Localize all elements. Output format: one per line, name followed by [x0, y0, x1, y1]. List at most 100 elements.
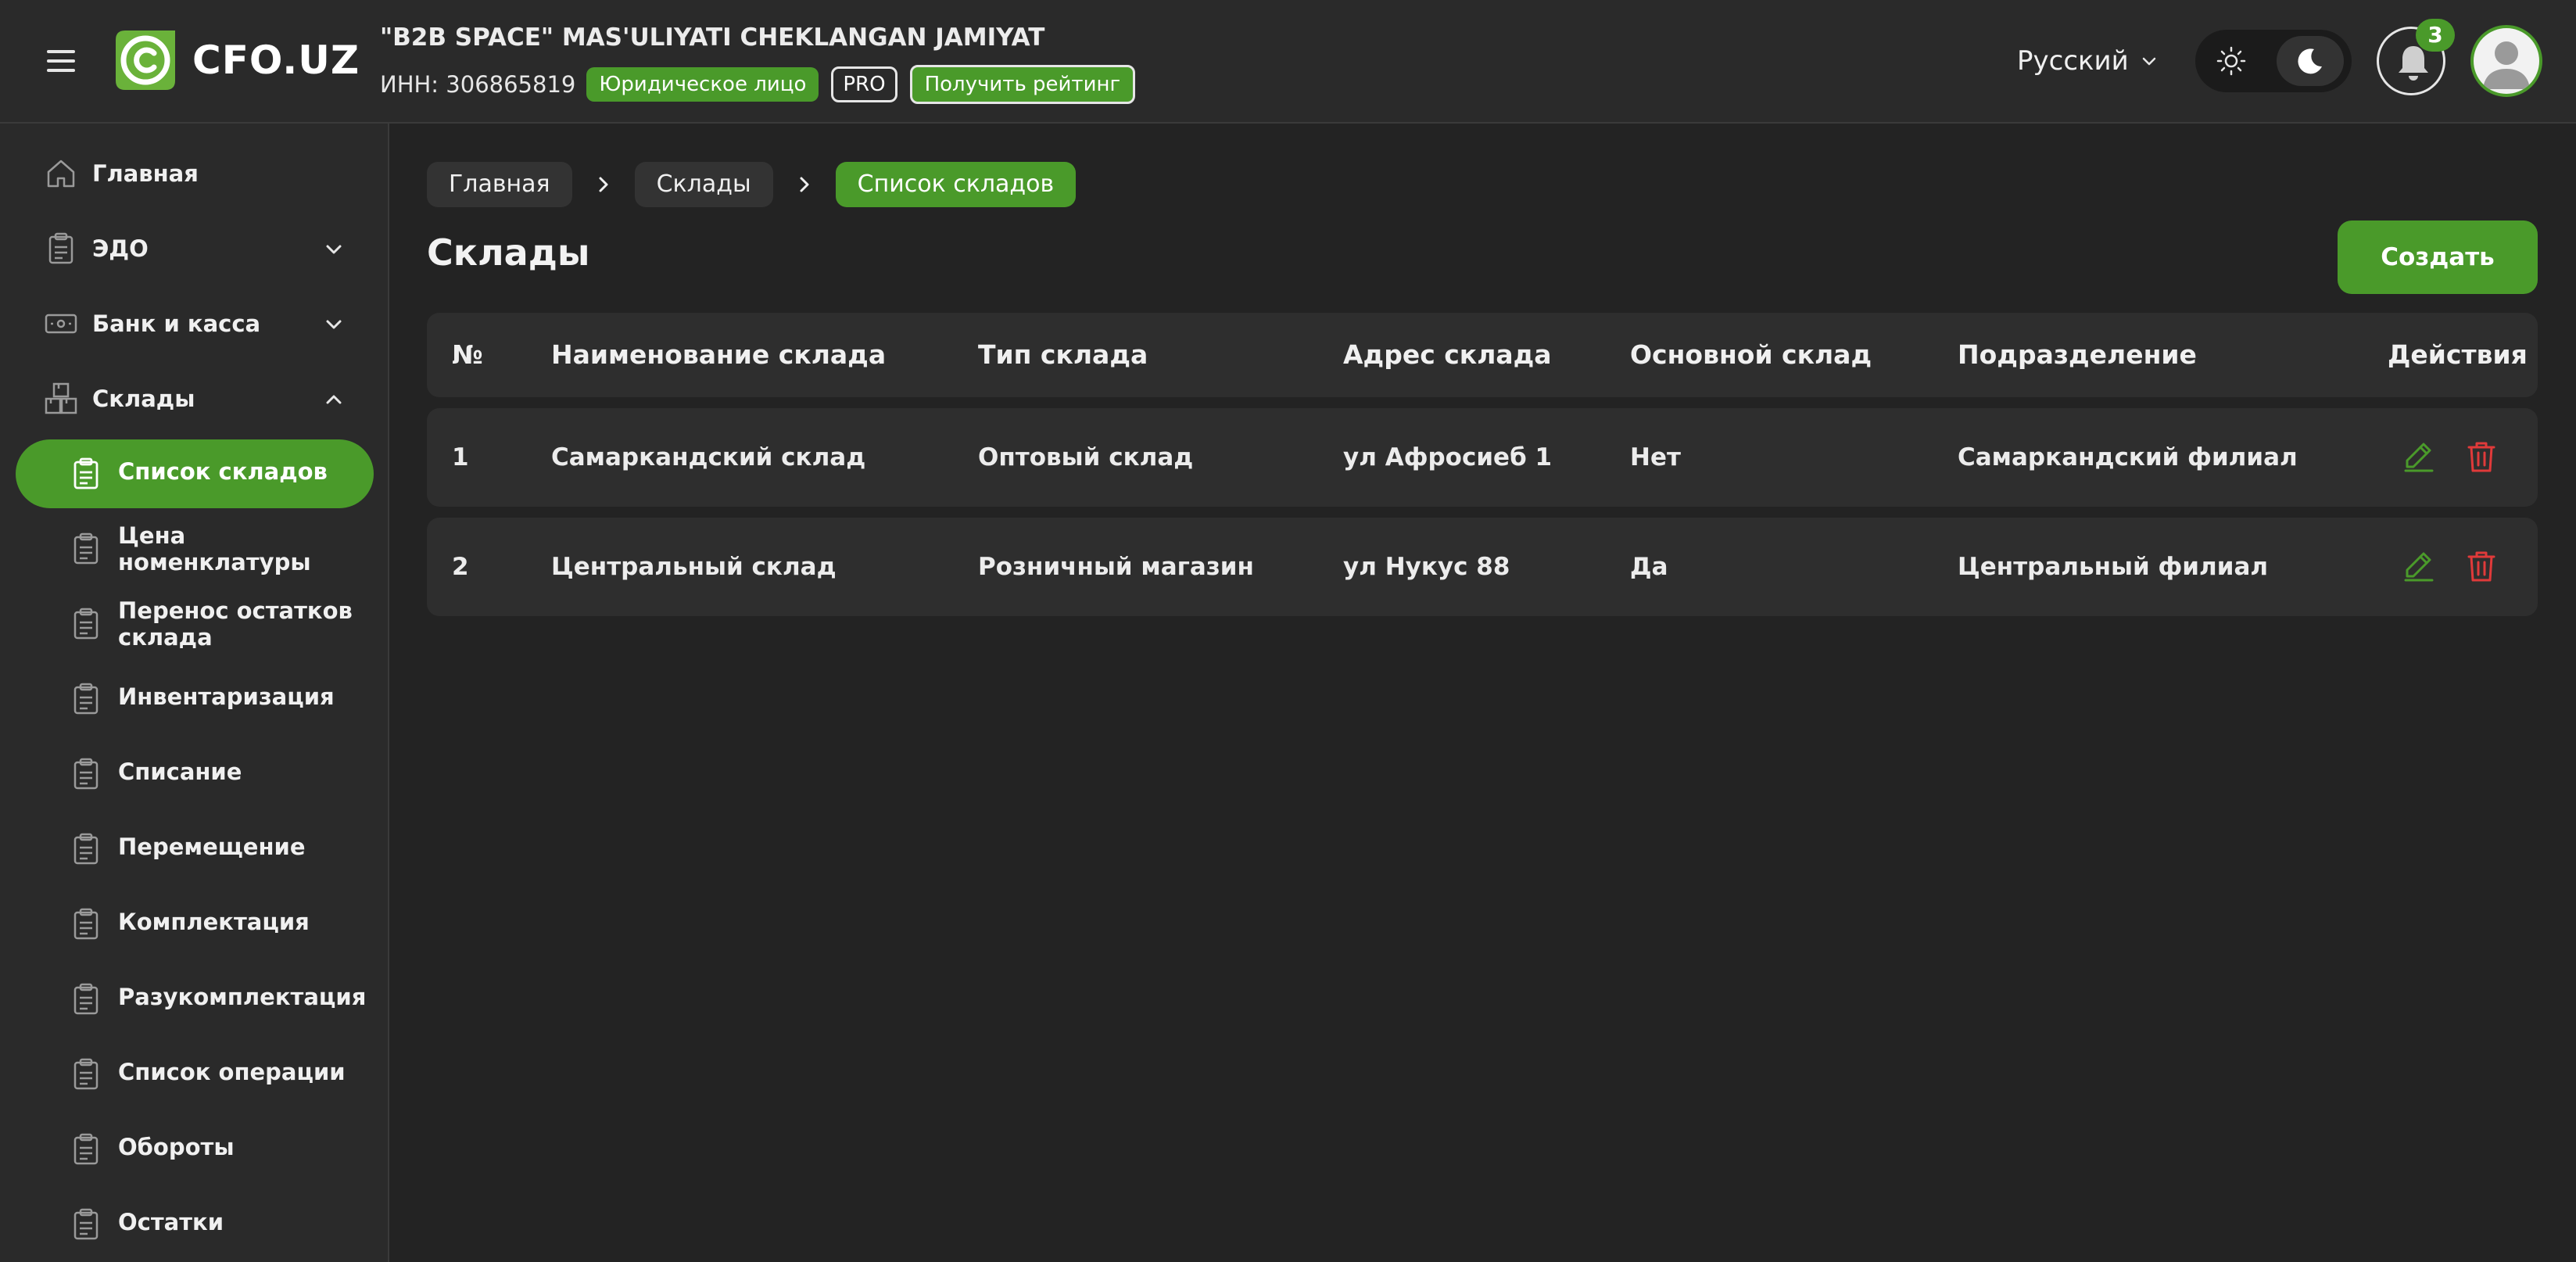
dark-mode-button[interactable] [2277, 36, 2344, 86]
column-header-actions: Действия [2388, 339, 2528, 370]
sidebar-subitem-label: Цена номенклатуры [118, 522, 311, 575]
sidebar-item-label: Склады [92, 385, 195, 412]
cell-type: Розничный магазин [978, 553, 1254, 581]
breadcrumb-warehouses[interactable]: Склады [634, 162, 773, 207]
sidebar-subitem-nomenclature-price[interactable]: Цена номенклатуры [16, 514, 374, 583]
chevron-down-icon [322, 238, 346, 261]
breadcrumb-warehouse-list[interactable]: Список складов [835, 162, 1077, 207]
clipboard-icon [69, 907, 103, 941]
sidebar-subitem-label: Комплектация [118, 909, 310, 935]
cell-type: Оптовый склад [978, 443, 1194, 471]
entity-type-badge: Юридическое лицо [586, 67, 819, 102]
language-selector[interactable]: Русский [2017, 39, 2159, 83]
clipboard-icon [69, 457, 103, 491]
trash-icon[interactable] [2464, 549, 2499, 583]
clipboard-icon [69, 1132, 103, 1167]
sidebar-item-edo[interactable]: ЭДО [16, 214, 374, 283]
sidebar-item-bank[interactable]: Банк и касса [16, 289, 374, 358]
cell-number: 1 [452, 443, 469, 471]
page-title: Склады [427, 231, 590, 274]
get-rating-button[interactable]: Получить рейтинг [909, 65, 1136, 104]
clipboard-icon [69, 757, 103, 791]
table-row[interactable]: 1 Самаркандский склад Оптовый склад ул А… [427, 408, 2538, 507]
theme-toggle[interactable] [2195, 30, 2352, 92]
sidebar-item-home[interactable]: Главная [16, 139, 374, 208]
cell-address: ул Нукус 88 [1343, 553, 1510, 581]
table-row[interactable]: 2 Центральный склад Розничный магазин ул… [427, 518, 2538, 616]
column-header-name: Наименование склада [551, 339, 887, 370]
breadcrumb: Главная Склады Список складов [427, 161, 1077, 208]
column-header-division: Подразделение [1958, 339, 2197, 370]
sidebar-subitem-stock-transfer[interactable]: Перенос остатков склада [16, 590, 374, 658]
clipboard-icon [69, 832, 103, 866]
chevron-up-icon [322, 388, 346, 411]
sidebar-subitem-label: Остатки [118, 1209, 224, 1235]
clipboard-icon [69, 982, 103, 1016]
clipboard-icon [69, 607, 103, 641]
logo-text: CFO.UZ [192, 38, 360, 83]
chevron-right-icon [572, 162, 635, 207]
company-info: "B2B SPACE" MAS'ULIYATI CHEKLANGAN JAMIY… [380, 20, 1136, 104]
table-header: № Наименование склада Тип склада Адрес с… [427, 313, 2538, 397]
clipboard-icon [69, 1057, 103, 1092]
logo-icon [109, 24, 181, 96]
edit-icon[interactable] [2402, 549, 2436, 583]
sidebar-subitem-label: Разукомплектация [118, 984, 367, 1010]
boxes-icon [44, 382, 78, 416]
sidebar-subitem-balances[interactable]: Остатки [16, 1190, 374, 1259]
column-header-address: Адрес склада [1343, 339, 1552, 370]
cell-main: Да [1630, 553, 1668, 581]
top-header: CFO.UZ "B2B SPACE" MAS'ULIYATI CHEKLANGA… [0, 0, 2576, 124]
language-label: Русский [2017, 45, 2129, 77]
sidebar-subitem-warehouse-list[interactable]: Список складов [16, 439, 374, 508]
cell-number: 2 [452, 553, 469, 581]
cash-icon [44, 307, 78, 341]
sidebar-item-label: ЭДО [92, 235, 149, 262]
cell-name: Самаркандский склад [551, 443, 866, 471]
edit-icon[interactable] [2402, 439, 2436, 474]
sidebar-subitem-inventory[interactable]: Инвентаризация [16, 665, 374, 733]
sidebar-item-warehouses[interactable]: Склады [16, 364, 374, 433]
notification-count-badge: 3 [2416, 19, 2455, 52]
create-button[interactable]: Создать [2338, 220, 2538, 294]
sidebar-subitem-label: Список складов [118, 458, 328, 485]
sidebar-subitem-label: Обороты [118, 1134, 235, 1160]
sidebar-subitem-label: Списание [118, 758, 242, 785]
chevron-down-icon [322, 313, 346, 336]
pro-badge: PRO [831, 66, 897, 102]
chevron-right-icon [773, 162, 836, 207]
cell-address: ул Афросиеб 1 [1343, 443, 1553, 471]
cell-name: Центральный склад [551, 553, 837, 581]
sidebar-subitem-turnover[interactable]: Обороты [16, 1115, 374, 1184]
sidebar-subitem-label: Список операции [118, 1059, 346, 1085]
clipboard-icon [69, 532, 103, 566]
column-header-main: Основной склад [1630, 339, 1872, 370]
avatar[interactable] [2470, 25, 2542, 97]
sidebar-subitem-movement[interactable]: Перемещение [16, 815, 374, 884]
sidebar-subitem-operations-list[interactable]: Список операции [16, 1040, 374, 1109]
sidebar-item-label: Банк и касса [92, 310, 261, 337]
clipboard-icon [69, 1207, 103, 1242]
chevron-down-icon [2140, 52, 2159, 70]
sidebar-subitem-label: Перенос остатков склада [118, 597, 353, 651]
cell-main: Нет [1630, 443, 1681, 471]
menu-icon[interactable] [44, 45, 78, 77]
sidebar-subitem-label: Инвентаризация [118, 683, 335, 710]
company-name: "B2B SPACE" MAS'ULIYATI CHEKLANGAN JAMIY… [380, 23, 1045, 52]
sun-icon[interactable] [2216, 45, 2247, 77]
moon-icon [2295, 46, 2325, 76]
inn-number: ИНН: 306865819 [380, 71, 576, 98]
cell-division: Самаркандский филиал [1958, 443, 2298, 471]
sidebar: Главная ЭДО Банк и касса Склады Список с… [0, 124, 389, 1262]
warehouses-table: № Наименование склада Тип склада Адрес с… [427, 313, 2538, 616]
trash-icon[interactable] [2464, 439, 2499, 474]
sidebar-subitem-disassembly[interactable]: Разукомплектация [16, 965, 374, 1034]
logo[interactable]: CFO.UZ [109, 23, 360, 97]
sidebar-subitem-write-off[interactable]: Списание [16, 740, 374, 808]
clipboard-icon [44, 231, 78, 266]
home-icon [44, 156, 78, 191]
sidebar-subitem-assembly[interactable]: Комплектация [16, 890, 374, 959]
column-header-type: Тип склада [978, 339, 1148, 370]
column-header-number: № [452, 339, 483, 370]
breadcrumb-home[interactable]: Главная [427, 162, 572, 207]
